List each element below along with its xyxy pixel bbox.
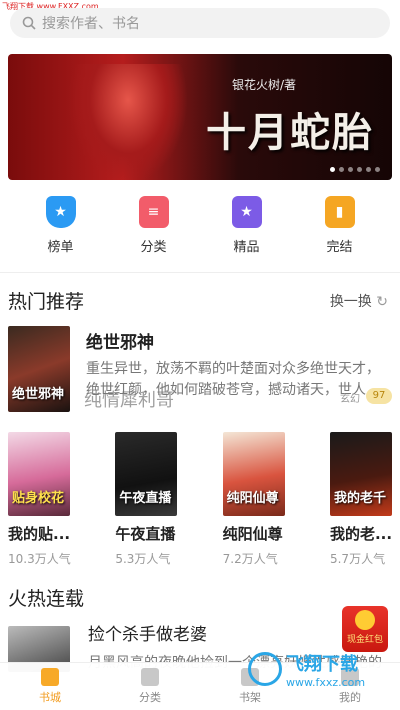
category-classify[interactable]: ≡ 分类	[124, 196, 184, 255]
book-title: 午夜直播	[115, 525, 176, 543]
watermark-brand: 飞翔下载	[286, 653, 358, 675]
tab-bookstore[interactable]: 书城	[0, 663, 100, 710]
book-card[interactable]: 我的老千 我的老... 5.7万人气	[329, 432, 393, 567]
category-premium[interactable]: ★ 精品	[217, 196, 277, 255]
book-title: 纯阳仙尊	[222, 525, 283, 543]
red-packet-promo[interactable]: 现金红包	[342, 606, 388, 652]
book-title: 捡个杀手做老婆	[88, 625, 207, 645]
carousel-dot	[330, 167, 335, 172]
category-label: 榜单	[47, 240, 74, 255]
cover-title: 我的老千	[333, 491, 386, 506]
search-placeholder: 搜索作者、书名	[42, 16, 140, 32]
carousel-dot	[375, 167, 380, 172]
grid-icon	[141, 668, 159, 686]
tab-label: 我的	[339, 691, 361, 704]
book-popularity: 7.2万人气	[222, 552, 278, 566]
tab-label: 书城	[39, 691, 61, 704]
category-nav: ★ 榜单 ≡ 分类 ★ 精品 ▮ 完结	[0, 196, 400, 255]
book-card[interactable]: 纯阳仙尊 纯阳仙尊 7.2万人气	[222, 432, 303, 567]
banner-figure	[68, 64, 188, 180]
book-done-icon: ▮	[324, 196, 355, 228]
refresh-button[interactable]: 换一换 ↻	[330, 291, 388, 311]
book-popularity: 5.7万人气	[329, 552, 386, 566]
book-cover: 绝世邪神	[8, 326, 70, 412]
category-completed[interactable]: ▮ 完结	[310, 196, 370, 255]
trophy-icon: ★	[45, 196, 76, 228]
category-label: 完结	[326, 240, 353, 255]
logo-icon	[248, 652, 282, 686]
coin-icon	[355, 610, 375, 630]
tab-label: 书架	[239, 691, 261, 704]
refresh-icon: ↻	[376, 294, 388, 310]
book-popularity: 10.3万人气	[8, 552, 71, 566]
promo-label: 现金红包	[346, 635, 383, 645]
hot-section-title: 热门推荐	[8, 291, 85, 313]
watermark-mid: 纯情犀利哥	[84, 390, 174, 411]
star-icon: ★	[231, 196, 262, 228]
book-popularity: 5.3万人气	[115, 552, 171, 566]
cover-title: 午夜直播	[119, 491, 172, 506]
category-icon: ≡	[138, 196, 169, 228]
cover-title: 贴身校花	[12, 491, 65, 506]
book-grid: 贴身校花 我的贴... 10.3万人气 午夜直播 午夜直播 5.3万人气 纯阳仙…	[8, 432, 392, 567]
book-title: 我的老...	[329, 525, 393, 543]
cover-title: 纯阳仙尊	[226, 491, 279, 506]
watermark-logo: 飞翔下载 www.fxxz.com	[248, 650, 394, 689]
carousel-dot	[357, 167, 362, 172]
carousel-dot	[339, 167, 344, 172]
cover-title: 绝世邪神	[12, 387, 65, 402]
category-label: 分类	[140, 240, 167, 255]
bookstore-icon	[41, 668, 59, 686]
banner-title: 十月蛇胎	[206, 109, 374, 156]
watermark-url: www.fxxz.com	[286, 675, 366, 689]
book-title: 我的贴...	[8, 525, 71, 543]
search-icon	[22, 16, 36, 30]
genre-tag: 玄幻	[340, 394, 360, 405]
tab-category[interactable]: 分类	[100, 663, 200, 710]
search-bar[interactable]: 搜索作者、书名	[10, 8, 390, 38]
banner-carousel[interactable]: 银花火树/著 十月蛇胎	[8, 54, 392, 180]
serial-section-title: 火热连载	[8, 588, 85, 610]
book-cover: 纯阳仙尊	[222, 432, 285, 516]
refresh-label: 换一换	[329, 294, 372, 310]
tab-label: 分类	[139, 691, 161, 704]
book-title: 绝世邪神	[86, 333, 154, 353]
category-ranking[interactable]: ★ 榜单	[31, 196, 91, 255]
book-cover: 我的老千	[329, 432, 392, 516]
banner-author: 银花火树/著	[231, 78, 296, 92]
book-cover: 贴身校花	[8, 432, 70, 516]
category-label: 精品	[233, 240, 260, 255]
carousel-dot	[348, 167, 353, 172]
featured-book[interactable]: 绝世邪神 绝世邪神 重生异世，放荡不羁的叶楚面对众多绝世天才，绝世红颜，他如何踏…	[8, 326, 392, 412]
carousel-dots	[330, 167, 380, 172]
section-divider	[0, 272, 400, 273]
book-cover: 午夜直播	[115, 432, 178, 516]
book-card[interactable]: 午夜直播 午夜直播 5.3万人气	[115, 432, 195, 567]
score-badge: 97	[366, 388, 392, 404]
carousel-dot	[366, 167, 371, 172]
book-card[interactable]: 贴身校花 我的贴... 10.3万人气	[8, 432, 88, 567]
